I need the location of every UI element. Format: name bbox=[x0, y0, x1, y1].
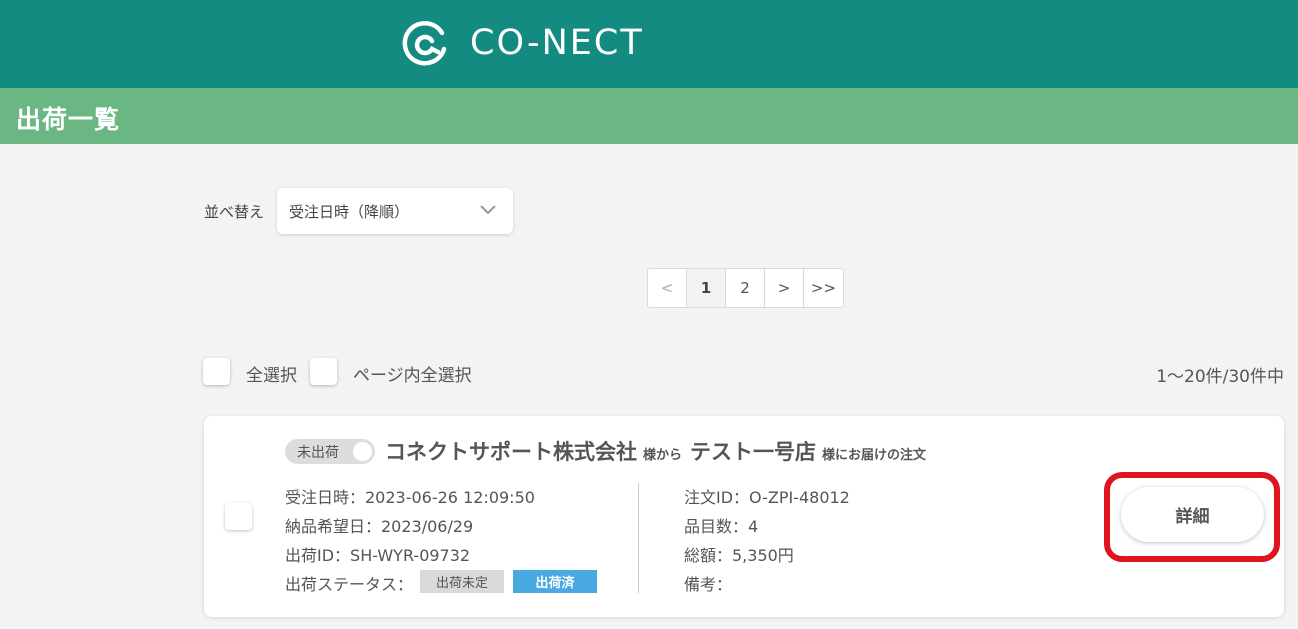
order-datetime: 受注日時：2023-06-26 12:09:50 bbox=[285, 488, 535, 507]
select-page-checkbox[interactable] bbox=[310, 358, 337, 385]
toggle-label: 未出荷 bbox=[297, 445, 339, 461]
item-count: 品目数：4 bbox=[684, 517, 759, 536]
result-count: 1〜20件/30件中 bbox=[1156, 367, 1284, 387]
pagination: < 1 2 > >> bbox=[647, 268, 844, 308]
logo[interactable]: CO-NECT bbox=[402, 18, 644, 68]
pagination-next[interactable]: > bbox=[765, 269, 804, 307]
order-checkbox[interactable] bbox=[225, 503, 252, 530]
sender-name: コネクトサポート株式会社 bbox=[385, 440, 637, 464]
order-card: 未出荷 コネクトサポート株式会社 様から テスト一号店 様にお届けの注文 受注日時：2… bbox=[204, 416, 1284, 617]
title-bar: 出荷一覧 bbox=[0, 88, 1298, 144]
shipment-status-label: 出荷ステータス： bbox=[285, 575, 414, 594]
pagination-last[interactable]: >> bbox=[804, 269, 843, 307]
chevron-down-icon bbox=[480, 205, 496, 215]
sender-suffix: 様から bbox=[643, 448, 683, 463]
toggle-knob bbox=[353, 442, 372, 461]
sort-label: 並べ替え bbox=[204, 203, 265, 221]
delivery-date: 納品希望日：2023/06/29 bbox=[285, 517, 474, 536]
divider bbox=[638, 483, 639, 593]
app-header: CO-NECT bbox=[0, 0, 1298, 88]
select-page-label: ページ内全選択 bbox=[353, 366, 472, 386]
logo-text: CO-NECT bbox=[470, 23, 644, 63]
pagination-page-1[interactable]: 1 bbox=[687, 269, 726, 307]
status-badge-shipped[interactable]: 出荷済 bbox=[513, 570, 597, 593]
pagination-page-2[interactable]: 2 bbox=[726, 269, 765, 307]
sort-selected-value: 受注日時（降順） bbox=[289, 203, 410, 221]
select-all-label: 全選択 bbox=[246, 366, 297, 386]
order-total: 総額：5,350円 bbox=[684, 546, 794, 565]
conect-logo-icon bbox=[402, 21, 447, 66]
order-note: 備考： bbox=[684, 575, 733, 594]
order-heading: コネクトサポート株式会社 様から テスト一号店 様にお届けの注文 bbox=[385, 436, 934, 466]
detail-highlight: 詳細 bbox=[1104, 472, 1280, 562]
recipient-suffix: 様にお届けの注文 bbox=[822, 448, 927, 463]
shipment-id: 出荷ID：SH-WYR-09732 bbox=[285, 546, 471, 565]
order-id: 注文ID：O-ZPI-48012 bbox=[684, 488, 850, 507]
select-all-checkbox[interactable] bbox=[203, 358, 230, 385]
shipping-status-toggle[interactable]: 未出荷 bbox=[285, 439, 375, 464]
pagination-prev[interactable]: < bbox=[648, 269, 687, 307]
recipient-name: テスト一号店 bbox=[690, 440, 817, 464]
sort-select[interactable]: 受注日時（降順） bbox=[277, 188, 513, 234]
detail-button[interactable]: 詳細 bbox=[1121, 487, 1264, 542]
page-title: 出荷一覧 bbox=[16, 105, 121, 134]
status-badge-unshipped[interactable]: 出荷未定 bbox=[420, 570, 504, 593]
